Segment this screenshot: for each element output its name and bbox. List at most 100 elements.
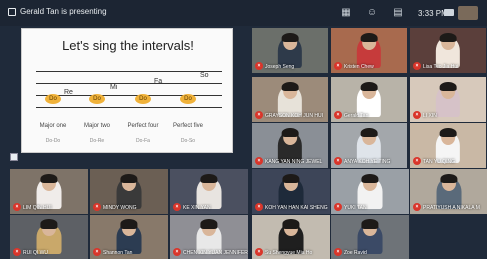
participant-name: Joseph Seng <box>265 64 295 70</box>
participant-name: RUI QI WU <box>23 250 48 256</box>
participant-tile[interactable]: × ANYA KOH YE TING <box>331 123 407 168</box>
people-icon[interactable]: ☺ <box>366 7 378 19</box>
camera-icon[interactable] <box>444 9 454 16</box>
mic-muted-icon: × <box>413 203 421 211</box>
mic-muted-icon: × <box>255 111 263 119</box>
participant-tile[interactable]: × KE XIN YAN <box>170 169 248 214</box>
participant-tile[interactable]: × KANG YAN NING JEWEL <box>252 123 328 168</box>
note-symbol: Re <box>64 89 73 96</box>
participant-tile[interactable]: × CHEN XIN YUAN JENNIFER <box>170 215 248 259</box>
mic-muted-icon: × <box>173 248 181 256</box>
participant-hair <box>439 81 457 92</box>
participant-hair <box>361 173 379 184</box>
interval-label: Major two <box>83 123 110 129</box>
interval-label: Perfect five <box>172 123 203 129</box>
mic-muted-icon: × <box>334 62 342 70</box>
note-do: Do <box>89 94 105 104</box>
participant-hair <box>281 127 299 138</box>
participant-tile[interactable]: × YUKI TAN <box>331 169 409 214</box>
video-call-window: Gerald Tan is presenting ▦ ☺ ▤ 3:33 PM L… <box>0 0 487 259</box>
note-symbol: Fa <box>154 78 163 85</box>
shared-slide: Let's sing the intervals! Re Mi Fa So Do… <box>21 28 233 153</box>
mic-muted-icon: × <box>334 248 342 256</box>
participant-name: PRATIYUSH A NIKALA M <box>423 205 480 211</box>
participant-name: Su Shengyue Mia Ho <box>265 250 313 256</box>
participant-tile[interactable]: × PRATIYUSH A NIKALA M <box>410 169 487 214</box>
participant-name: MINDY WONG <box>103 205 137 211</box>
participant-hair <box>360 81 378 92</box>
participant-name: KE XIN YAN <box>183 205 211 211</box>
participant-name: Gerald Tan <box>344 113 369 119</box>
mic-muted-icon: × <box>255 248 263 256</box>
participant-name: KOH YAN HAN KAI SHENG <box>265 205 328 211</box>
participant-name: Kristen Chew <box>344 64 374 70</box>
participant-name: LI XIN <box>423 113 437 119</box>
participant-tile[interactable]: × GRAYSON KOH JUN HUI <box>252 77 328 122</box>
mic-muted-icon: × <box>13 248 21 256</box>
interval-label: Major one <box>39 123 67 129</box>
mic-muted-icon: × <box>93 203 101 211</box>
interval-label: Perfect four <box>127 123 159 129</box>
interval-sub-label: Do-Fa <box>136 138 150 144</box>
grid-view-icon[interactable]: ▦ <box>340 7 352 19</box>
participant-name: YUKI TAN <box>344 205 367 211</box>
participant-name: Zoe Ravid <box>344 250 367 256</box>
present-icon <box>8 8 16 16</box>
participant-hair <box>281 81 299 92</box>
note-do: Do <box>180 94 196 104</box>
mic-muted-icon: × <box>255 203 263 211</box>
mic-muted-icon: × <box>413 111 421 119</box>
participant-tile[interactable]: × Zoe Ravid <box>331 215 409 259</box>
presenting-label: Gerald Tan is presenting <box>20 7 107 16</box>
participant-tile[interactable]: × Kristen Chew <box>331 28 407 73</box>
interval-sub-label: Do-Do <box>45 138 61 144</box>
participant-tile[interactable]: × Lisa Teo Jia Hui <box>410 28 486 73</box>
minimize-share-icon[interactable] <box>10 153 18 161</box>
participant-name: LIM QIN HUI <box>23 205 52 211</box>
participant-hair <box>281 32 299 43</box>
note-do: Do <box>45 94 61 104</box>
participant-hair <box>200 219 218 230</box>
mic-muted-icon: × <box>334 157 342 165</box>
chat-icon[interactable]: ▤ <box>392 7 404 19</box>
participant-tile[interactable]: × LI XIN <box>410 77 486 122</box>
participant-name: TAN YU QING <box>423 159 456 165</box>
participant-name: CHEN XIN YUAN JENNIFER <box>183 250 248 256</box>
staff-line <box>36 107 222 108</box>
mic-muted-icon: × <box>13 203 21 211</box>
participant-hair <box>439 32 457 43</box>
note-do: Do <box>135 94 151 104</box>
participant-tile[interactable]: × KOH YAN HAN KAI SHENG <box>252 169 330 214</box>
participant-hair <box>282 219 300 230</box>
participant-hair <box>282 173 300 184</box>
meeting-top-bar: Gerald Tan is presenting ▦ ☺ ▤ 3:33 PM <box>0 0 487 26</box>
participant-hair <box>120 219 138 230</box>
interval-sub-label: Do-Re <box>89 138 105 144</box>
participant-hair <box>40 219 58 230</box>
participant-tile[interactable]: × LIM QIN HUI <box>10 169 88 214</box>
self-view-avatar[interactable] <box>458 6 478 20</box>
participant-name: GRAYSON KOH JUN HUI <box>265 113 323 119</box>
participant-tile[interactable]: × RUI QI WU <box>10 215 88 259</box>
staff-line <box>36 71 222 72</box>
mic-muted-icon: × <box>93 248 101 256</box>
participant-tile[interactable]: × Shannon Tan <box>90 215 168 259</box>
mic-muted-icon: × <box>255 157 263 165</box>
mic-muted-icon: × <box>255 62 263 70</box>
participant-hair <box>40 173 58 184</box>
participant-hair <box>200 173 218 184</box>
participant-tile[interactable]: × Gerald Tan <box>331 77 407 122</box>
participant-tile[interactable]: × MINDY WONG <box>90 169 168 214</box>
participant-name: Shannon Tan <box>103 250 133 256</box>
participant-tile[interactable]: × TAN YU QING <box>410 123 486 168</box>
participant-hair <box>120 173 138 184</box>
participant-tile[interactable]: × Joseph Seng <box>252 28 328 73</box>
note-symbol: Mi <box>110 84 118 91</box>
participant-hair <box>439 127 457 138</box>
participant-name: ANYA KOH YE TING <box>344 159 391 165</box>
slide-title: Let's sing the intervals! <box>62 38 194 53</box>
participant-tile[interactable]: × Su Shengyue Mia Ho <box>252 215 330 259</box>
participant-hair <box>360 127 378 138</box>
mic-muted-icon: × <box>173 203 181 211</box>
mic-muted-icon: × <box>413 62 421 70</box>
